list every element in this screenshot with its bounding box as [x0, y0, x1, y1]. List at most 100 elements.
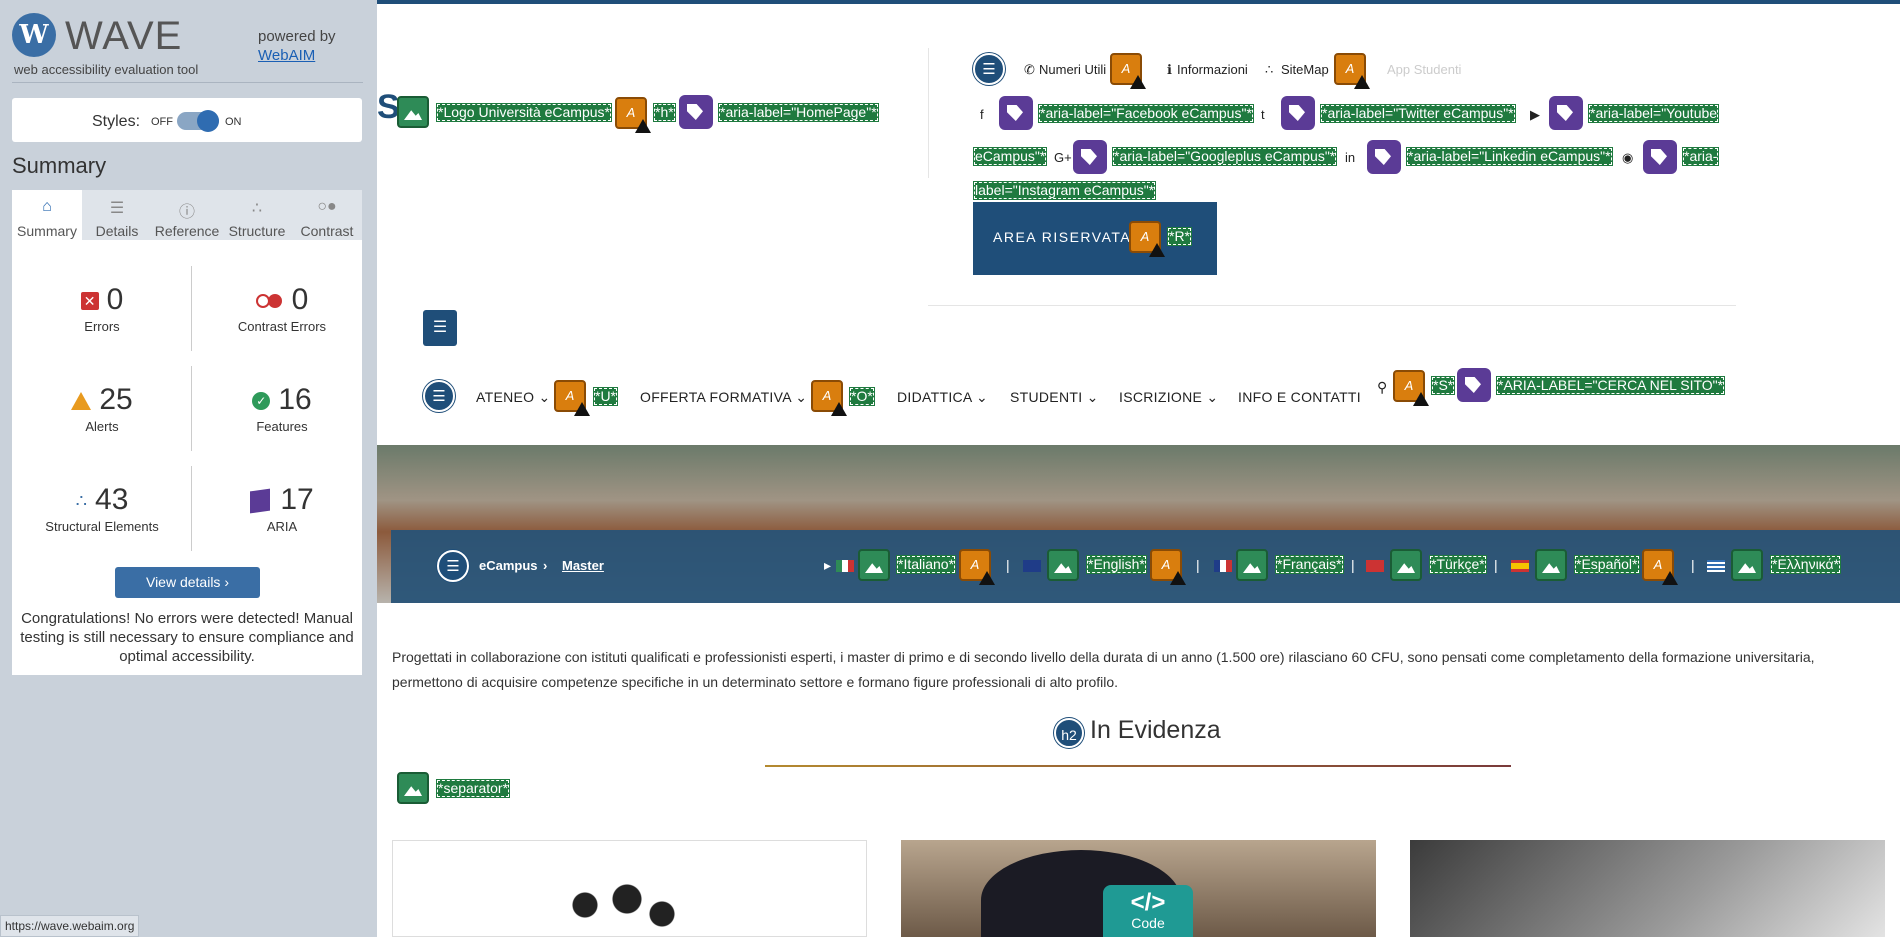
h2-badge-icon[interactable]: h2 — [1054, 718, 1084, 748]
wave-tagline: web accessibility evaluation tool — [14, 62, 199, 77]
list-structure-icon[interactable] — [973, 53, 1005, 85]
linked-image-icon[interactable] — [1047, 549, 1079, 581]
aria-label-icon[interactable] — [1549, 96, 1583, 130]
structure-icon: ∴ — [75, 490, 88, 511]
code-toggle-button[interactable]: </> Code — [1103, 885, 1193, 937]
alert-icon[interactable] — [1150, 549, 1186, 585]
english-tag[interactable]: *English* — [1086, 555, 1147, 574]
alert-icon[interactable] — [1334, 53, 1370, 89]
course-card-image[interactable] — [1410, 840, 1885, 937]
view-details-label: View details › — [145, 574, 229, 590]
linked-image-icon[interactable] — [858, 549, 890, 581]
errors-label: Errors — [84, 319, 120, 334]
alerts-stat[interactable]: 25 Alerts — [22, 383, 182, 434]
tab-structure[interactable]: ∴ Structure — [222, 190, 292, 240]
contrast-errors-label: Contrast Errors — [237, 319, 327, 334]
tab-label: Details — [95, 223, 139, 239]
divider — [191, 466, 192, 551]
tab-label: Reference — [154, 223, 220, 239]
evaluated-page: S *Logo Università eCampus* *h* *aria-la… — [377, 0, 1900, 937]
aria-stat[interactable]: 17 ARIA — [202, 483, 362, 534]
breadcrumb-separator: › — [543, 558, 548, 573]
francais-tag[interactable]: *Français* — [1275, 555, 1344, 574]
alert-icon[interactable] — [615, 97, 651, 133]
sitemap-icon: ∴ — [1265, 62, 1274, 77]
instagram-aria-tag-cont: label="Instagram eCampus"* — [973, 181, 1157, 200]
linked-image-icon[interactable] — [397, 96, 429, 128]
tab-summary[interactable]: ⌂ Summary — [12, 190, 82, 240]
css-icon[interactable]: ☰ — [423, 310, 457, 346]
nav-label: DIDATTICA — [897, 389, 972, 405]
divider: | — [1006, 557, 1010, 573]
errors-stat[interactable]: ✕ 0 Errors — [22, 283, 182, 334]
divider — [191, 366, 192, 451]
alert-icon[interactable] — [1110, 53, 1146, 89]
alert-icon[interactable] — [959, 549, 995, 585]
contrast-errors-stat[interactable]: 0 Contrast Errors — [202, 283, 362, 334]
nav-info-contatti[interactable]: INFO E CONTATTI — [1238, 389, 1361, 405]
alert-icon[interactable] — [1129, 221, 1165, 257]
divider: | — [1196, 557, 1200, 573]
facebook-icon: f — [980, 107, 984, 122]
tab-contrast[interactable]: ○● Contrast — [292, 190, 362, 240]
homepage-aria-tag: *aria-label="HomePage"* — [718, 103, 879, 122]
section-heading: In Evidenza — [1090, 716, 1221, 744]
tab-reference[interactable]: ⓘ Reference — [152, 190, 222, 240]
nav-studenti[interactable]: STUDENTI ⌄ — [1010, 389, 1099, 406]
contrast-errors-count: 0 — [291, 283, 309, 316]
image-icon[interactable] — [1731, 549, 1763, 581]
styles-toggle-knob[interactable] — [197, 110, 219, 132]
aria-label-icon[interactable] — [1281, 96, 1315, 130]
features-stat[interactable]: ✓ 16 Features — [202, 383, 362, 434]
nav-offerta-formativa[interactable]: OFFERTA FORMATIVA ⌄ — [640, 389, 807, 406]
breadcrumb-home[interactable]: eCampus — [479, 558, 538, 573]
googleplus-aria-tag: *aria-label="Googleplus eCampus"* — [1112, 147, 1338, 166]
features-label: Features — [256, 419, 308, 434]
image-icon[interactable] — [1236, 549, 1268, 581]
greek-tag[interactable]: *Ελληνικά* — [1770, 555, 1842, 574]
youtube-icon: ▶ — [1530, 107, 1540, 122]
list-structure-icon[interactable] — [437, 550, 469, 582]
image-icon[interactable] — [397, 772, 429, 804]
aria-label-icon[interactable] — [1457, 368, 1491, 402]
image-icon[interactable] — [1390, 549, 1422, 581]
tab-label: Contrast — [300, 223, 354, 239]
aria-label-icon[interactable] — [999, 96, 1033, 130]
aria-label-icon[interactable] — [679, 95, 713, 129]
alert-icon[interactable] — [554, 380, 590, 416]
aria-label-icon[interactable] — [1073, 140, 1107, 174]
italiano-tag[interactable]: *Italiano* — [896, 555, 957, 574]
informazioni-link[interactable]: Informazioni — [1177, 62, 1248, 77]
linked-image-icon[interactable] — [1535, 549, 1567, 581]
alert-icon[interactable] — [1393, 370, 1429, 406]
structural-count: 43 — [95, 483, 129, 516]
nav-iscrizione[interactable]: ISCRIZIONE ⌄ — [1119, 389, 1218, 406]
app-studenti-link[interactable]: App Studenti — [1387, 62, 1461, 77]
alerts-label: Alerts — [85, 419, 119, 434]
styles-off-label: OFF — [151, 116, 173, 128]
alert-icon[interactable] — [1642, 549, 1678, 585]
nav-didattica[interactable]: DIDATTICA ⌄ — [897, 389, 988, 406]
list-structure-icon[interactable] — [423, 380, 455, 412]
sitemap-link[interactable]: SiteMap — [1281, 62, 1329, 77]
aria-label-icon[interactable] — [1643, 140, 1677, 174]
webaim-link[interactable]: WebAIM — [258, 47, 315, 64]
numeri-utili-link[interactable]: Numeri Utili — [1039, 62, 1106, 77]
view-details-button[interactable]: View details › — [115, 567, 260, 598]
s-tag: *S* — [1431, 376, 1456, 395]
wave-logo-icon[interactable]: W — [12, 13, 56, 57]
contrast-error-icon — [255, 294, 284, 309]
breadcrumb-current[interactable]: Master — [562, 558, 604, 573]
search-icon[interactable]: ⚲ — [1377, 379, 1388, 396]
panel-title: Summary — [12, 153, 107, 178]
turkce-tag[interactable]: *Türkçe* — [1429, 555, 1487, 574]
espanol-tag[interactable]: *Español* — [1574, 555, 1640, 574]
alert-icon[interactable] — [811, 380, 847, 416]
wave-logo-text[interactable]: WAVE — [65, 14, 182, 59]
structural-stat[interactable]: ∴ 43 Structural Elements — [22, 483, 182, 534]
aria-label-icon[interactable] — [1367, 140, 1401, 174]
course-card-image[interactable] — [392, 840, 867, 937]
feature-icon: ✓ — [252, 392, 271, 411]
tab-details[interactable]: ☰ Details — [82, 190, 152, 240]
nav-ateneo[interactable]: ATENEO ⌄ — [476, 389, 551, 406]
